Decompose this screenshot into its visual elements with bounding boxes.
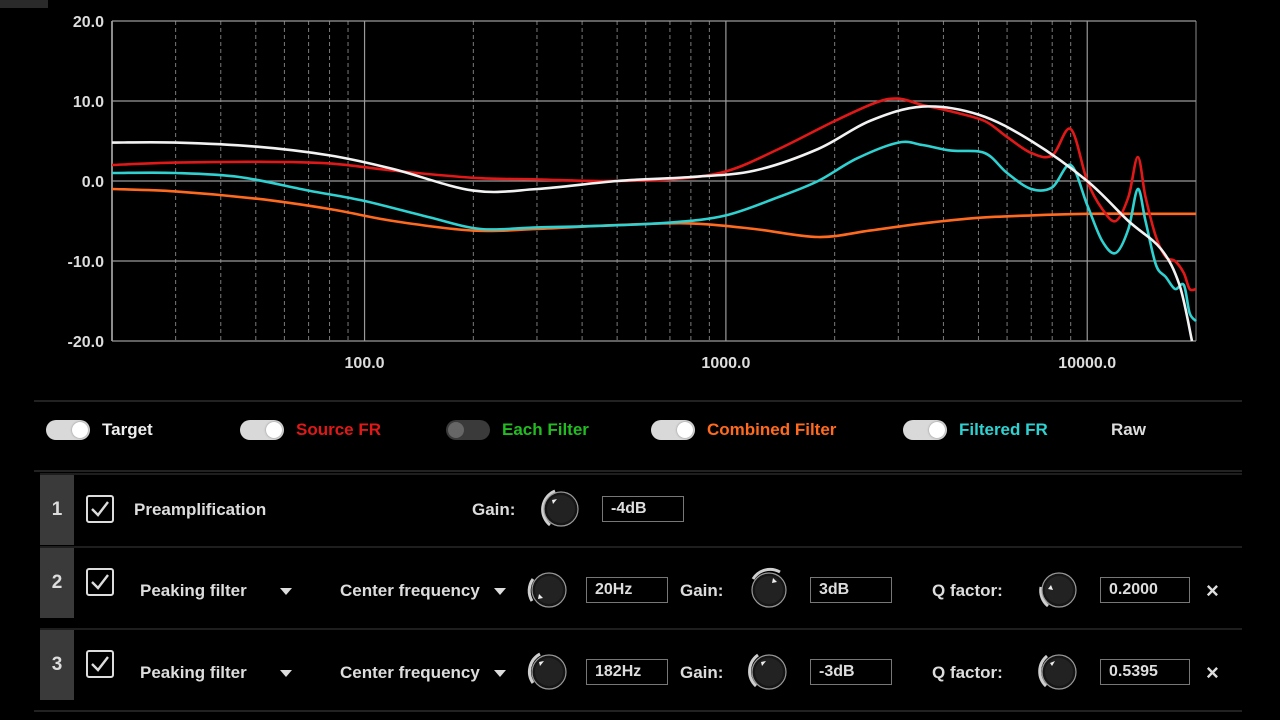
gain-label: Gain: [680, 581, 724, 600]
check-icon [91, 574, 109, 590]
legend-label-combined-filter: Combined Filter [707, 420, 837, 439]
q-factor-input[interactable]: 0.2000 [1100, 577, 1190, 603]
y-tick-label: -10.0 [68, 254, 105, 271]
frequency-knob[interactable] [526, 649, 572, 695]
legend-label-each-filter: Each Filter [502, 420, 589, 439]
close-icon[interactable]: × [1206, 578, 1219, 604]
filter-row-1: 1 Preamplification Gain: -4dB [40, 473, 1242, 545]
chevron-down-icon[interactable] [280, 670, 292, 677]
y-tick-label: 20.0 [73, 14, 104, 31]
chevron-down-icon[interactable] [494, 670, 506, 677]
filter-number: 3 [40, 630, 74, 700]
each-filter-toggle[interactable] [446, 420, 490, 440]
check-icon [91, 501, 109, 517]
gain-label: Gain: [680, 663, 724, 682]
legend-label-source-fr: Source FR [296, 420, 382, 439]
parameter-select[interactable]: Center frequency [340, 663, 480, 683]
parameter-select[interactable]: Center frequency [340, 581, 480, 601]
enable-checkbox[interactable] [86, 650, 114, 678]
q-factor-input[interactable]: 0.5395 [1100, 659, 1190, 685]
divider [34, 400, 1242, 402]
q-factor-knob[interactable] [1036, 649, 1082, 695]
legend-filtered-fr[interactable]: Filtered FR [903, 406, 1048, 454]
filter-row-2: 2 Peaking filter Center frequency 20Hz G… [40, 546, 1242, 618]
divider [34, 710, 1242, 712]
legend-combined-filter[interactable]: Combined Filter [651, 406, 836, 454]
x-tick-label: 10000.0 [1058, 355, 1116, 372]
source-fr-toggle[interactable] [240, 420, 284, 440]
legend-label-target: Target [102, 420, 153, 439]
frequency-knob[interactable] [526, 567, 572, 613]
legend-label-raw: Raw [1111, 420, 1146, 439]
filtered-fr-toggle[interactable] [903, 420, 947, 440]
frequency-input[interactable]: 20Hz [586, 577, 668, 603]
filter-row-3: 3 Peaking filter Center frequency 182Hz … [40, 628, 1242, 700]
gain-input[interactable]: -4dB [602, 496, 684, 522]
filter-number: 2 [40, 548, 74, 618]
frequency-input[interactable]: 182Hz [586, 659, 668, 685]
chevron-down-icon[interactable] [494, 588, 506, 595]
legend-label-filtered-fr: Filtered FR [959, 420, 1048, 439]
enable-checkbox[interactable] [86, 568, 114, 596]
x-tick-label: 1000.0 [701, 355, 750, 372]
series-line-combined-filter [111, 187, 1196, 239]
enable-checkbox[interactable] [86, 495, 114, 523]
chevron-down-icon[interactable] [280, 588, 292, 595]
legend-source-fr[interactable]: Source FR [240, 406, 381, 454]
q-factor-knob[interactable] [1036, 567, 1082, 613]
gain-input[interactable]: 3dB [810, 577, 892, 603]
filter-type-select[interactable]: Peaking filter [140, 663, 247, 683]
combined-filter-toggle[interactable] [651, 420, 695, 440]
divider [34, 470, 1242, 472]
q-factor-label: Q factor: [932, 663, 1003, 682]
y-tick-label: -20.0 [68, 334, 105, 351]
filter-type-select[interactable]: Peaking filter [140, 581, 247, 601]
gain-label: Gain: [472, 500, 516, 519]
legend-bar: Target Source FR Each Filter Combined Fi… [0, 406, 1280, 454]
gain-knob[interactable] [538, 486, 584, 532]
q-factor-label: Q factor: [932, 581, 1003, 600]
filter-type-label: Preamplification [134, 500, 267, 519]
filter-number: 1 [40, 475, 74, 545]
gain-knob[interactable] [746, 567, 792, 613]
y-tick-label: 0.0 [82, 174, 104, 191]
check-icon [91, 656, 109, 672]
series-line-filtered-fr [111, 140, 1197, 322]
x-tick-label: 100.0 [345, 355, 385, 372]
frequency-response-chart: 20.0 10.0 0.0 -10.0 -20.0 100.0 1000.0 10000.0 [68, 14, 1197, 372]
gain-input[interactable]: -3dB [810, 659, 892, 685]
legend-target[interactable]: Target [46, 406, 153, 454]
gain-knob[interactable] [746, 649, 792, 695]
close-icon[interactable]: × [1206, 660, 1219, 686]
legend-raw[interactable]: Raw [1111, 406, 1146, 454]
y-tick-label: 10.0 [73, 94, 104, 111]
legend-each-filter[interactable]: Each Filter [446, 406, 589, 454]
target-toggle[interactable] [46, 420, 90, 440]
